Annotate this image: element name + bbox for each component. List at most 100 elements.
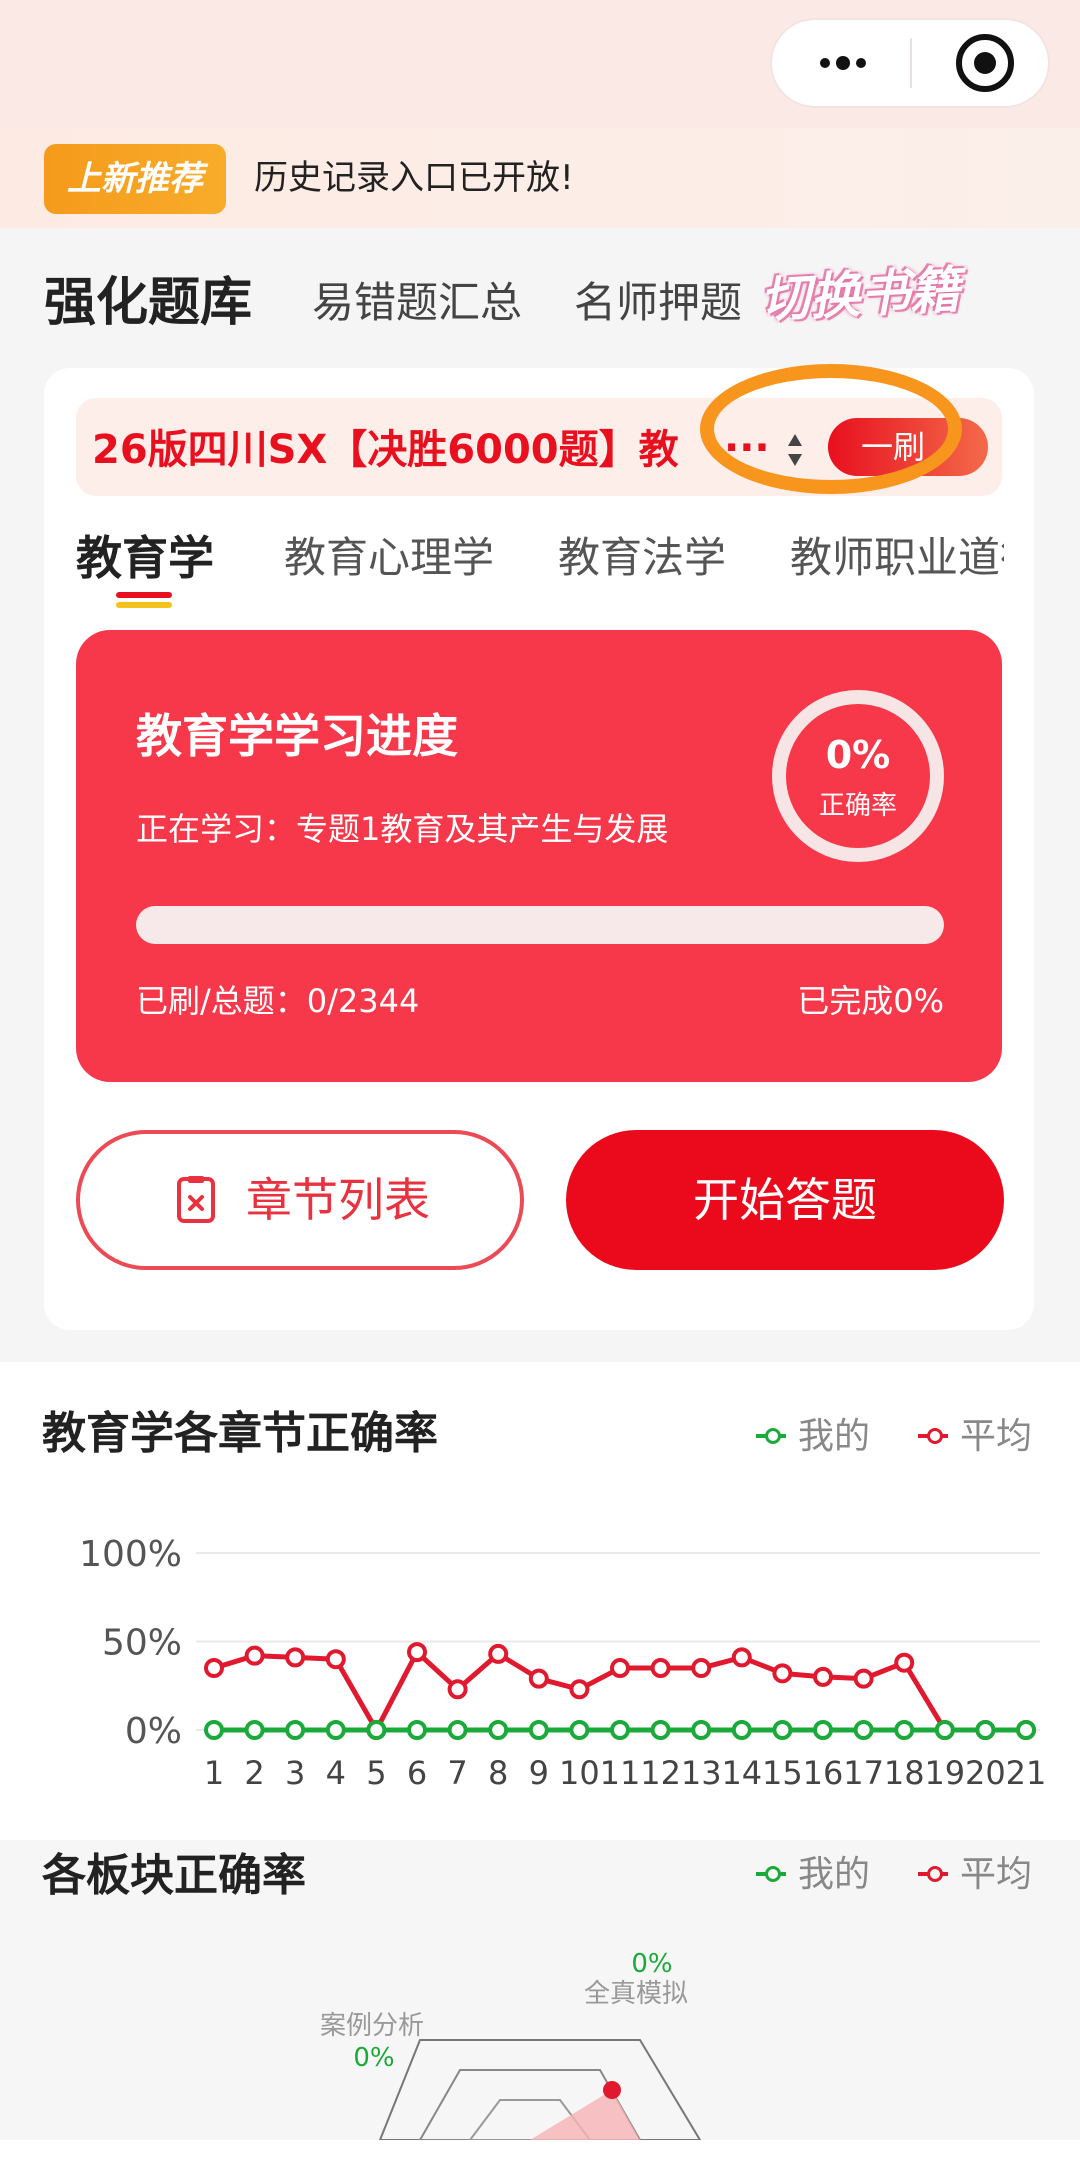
x-tick-label: 14: [721, 1754, 762, 1792]
current-topic: 正在学习：专题1教育及其产生与发展: [136, 810, 669, 848]
radar-label-name: 案例分析: [320, 2011, 424, 2041]
subject-tab-pedagogy[interactable]: 教育学: [76, 528, 214, 588]
x-tick-label: 15: [762, 1754, 803, 1792]
more-dot-icon: [856, 58, 866, 68]
y-tick-label: 100%: [79, 1534, 182, 1575]
data-point: [772, 1720, 793, 1740]
x-tick-label: 7: [447, 1754, 467, 1792]
radar-label-value: 0%: [631, 1949, 672, 1979]
data-point: [488, 1720, 509, 1740]
legend-mine-label[interactable]: 我的: [798, 1412, 870, 1462]
board-radar-chart: 0% 全真模拟 案例分析 0%: [320, 1949, 702, 2140]
progress-title: 教育学学习进度: [136, 709, 458, 763]
x-tick-label: 8: [488, 1754, 508, 1792]
data-point: [691, 1658, 712, 1679]
x-tick-label: 18: [884, 1754, 925, 1792]
tab-enhanced-bank[interactable]: 强化题库: [44, 268, 252, 338]
subject-tab-law[interactable]: 教育法学: [558, 528, 726, 588]
completion-percent: 已完成0%: [797, 982, 944, 1020]
y-tick-label: 0%: [125, 1711, 182, 1752]
x-tick-label: 4: [326, 1754, 346, 1792]
radar-average-point: [603, 2081, 621, 2099]
legend-average-marker: [918, 1866, 948, 1882]
legend-mine-marker: [756, 1428, 786, 1444]
data-point: [853, 1668, 874, 1689]
data-point: [610, 1720, 630, 1740]
question-count: 已刷/总题：0/2344: [136, 982, 420, 1020]
mini-program-capsule: [770, 18, 1050, 108]
x-tick-label: 11: [600, 1754, 641, 1792]
more-dot-icon: [820, 58, 830, 68]
data-point: [731, 1647, 752, 1668]
data-point: [569, 1679, 590, 1700]
data-point: [366, 1720, 387, 1740]
new-recommend-badge: 上新推荐: [44, 144, 226, 214]
data-point: [813, 1666, 833, 1687]
announcement-text[interactable]: 历史记录入口已开放!: [254, 150, 574, 206]
data-point: [204, 1658, 224, 1679]
data-point: [407, 1642, 427, 1663]
data-point: [407, 1720, 427, 1740]
radar-label-value: 0%: [353, 2043, 394, 2073]
data-point: [244, 1645, 265, 1666]
x-tick-label: 1: [204, 1754, 224, 1792]
data-point: [447, 1720, 468, 1740]
x-tick-label: 3: [285, 1754, 305, 1792]
data-point: [650, 1658, 671, 1679]
data-point: [285, 1647, 306, 1668]
data-point: [975, 1720, 996, 1740]
legend-average-label[interactable]: 平均: [960, 1412, 1032, 1462]
data-point: [772, 1663, 793, 1684]
more-dot-icon: [836, 56, 850, 70]
chapter-accuracy-chart: 100%50%0%1 2 3 4 5 6 7 8 9 10 11 12 13 14 15 16 17 18 19 20…: [79, 1534, 1047, 1792]
data-point: [528, 1668, 549, 1689]
active-tab-indicator: [116, 592, 172, 608]
capsule-divider: [910, 38, 912, 88]
radar-label-name: 全真模拟: [584, 1979, 688, 2009]
tab-teacher-predictions[interactable]: 名师押题: [574, 268, 742, 338]
y-tick-label: 50%: [102, 1623, 182, 1664]
chapter-list-label[interactable]: 章节列表: [246, 1170, 430, 1230]
data-point: [528, 1720, 549, 1740]
x-tick-label: 10: [559, 1754, 600, 1792]
highlight-circle-annotation: [700, 364, 962, 494]
radar-average-area: [530, 2090, 640, 2140]
tab-error-prone[interactable]: 易错题汇总: [312, 268, 522, 338]
switch-book-button[interactable]: 切换书籍: [758, 241, 1032, 345]
data-point: [447, 1679, 468, 1700]
book-title[interactable]: 26版四川SX【决胜6000题】教: [92, 420, 732, 480]
legend-mine-marker: [756, 1866, 786, 1882]
data-point: [325, 1649, 346, 1670]
start-answering-label[interactable]: 开始答题: [566, 1170, 1004, 1230]
x-tick-label: 12: [640, 1754, 681, 1792]
subject-tab-ethics-clip: 教师职业道德: [790, 528, 1004, 588]
data-point: [1016, 1720, 1036, 1740]
bottom-navigation: [0, 2140, 1080, 2168]
data-point: [691, 1720, 712, 1740]
data-point: [244, 1720, 265, 1740]
chapter-chart-title: 教育学各章节正确率: [42, 1408, 438, 1459]
chapter-list-icon: [177, 1176, 215, 1223]
x-tick-label: 9: [529, 1754, 549, 1792]
x-tick-label: 13: [681, 1754, 722, 1792]
data-point: [731, 1720, 752, 1740]
x-tick-label: 6: [407, 1754, 427, 1792]
data-point: [813, 1720, 833, 1740]
legend-mine-label[interactable]: 我的: [798, 1850, 870, 1900]
close-target-icon[interactable]: [956, 34, 1014, 92]
x-tick-label: 17: [843, 1754, 884, 1792]
data-point: [569, 1720, 590, 1740]
data-point: [285, 1720, 306, 1740]
subject-tab-ethics[interactable]: 教师职业道德: [790, 528, 1004, 588]
data-point: [894, 1652, 915, 1673]
data-point: [325, 1720, 346, 1740]
x-tick-label: 19: [924, 1754, 965, 1792]
x-tick-label: 2: [244, 1754, 264, 1792]
x-tick-label: 5: [366, 1754, 386, 1792]
subject-tab-psychology[interactable]: 教育心理学: [284, 528, 494, 588]
legend-average-marker: [918, 1428, 948, 1444]
data-point: [650, 1720, 671, 1740]
x-tick-label: 16: [803, 1754, 844, 1792]
x-tick-label: 21: [1006, 1754, 1047, 1792]
legend-average-label[interactable]: 平均: [960, 1850, 1032, 1900]
